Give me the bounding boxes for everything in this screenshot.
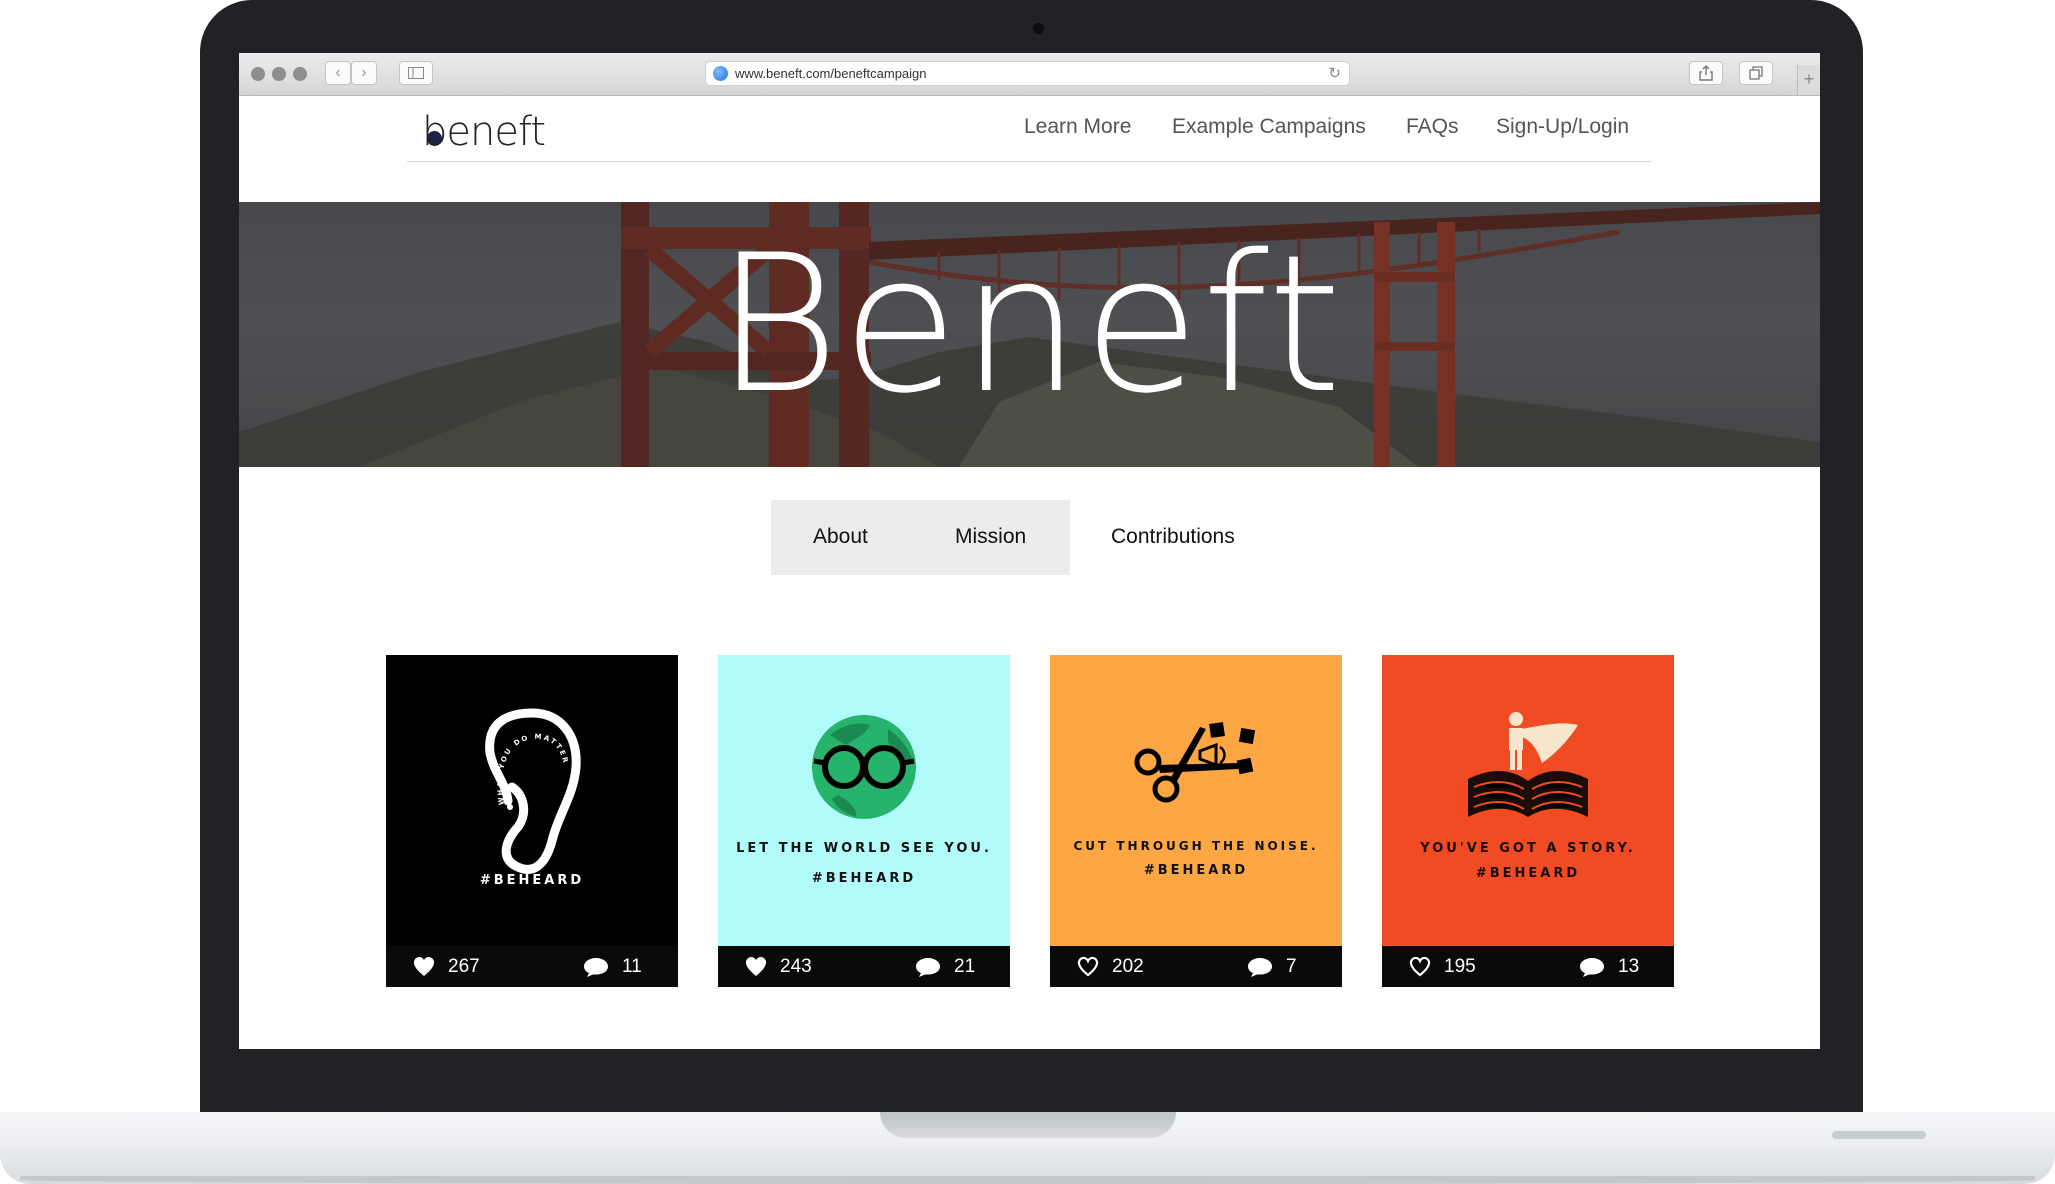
nav-example-campaigns[interactable]: Example Campaigns xyxy=(1172,115,1366,139)
card-image: YOU'VE GOT A STORY. #BEHEARD xyxy=(1382,655,1674,946)
card-footer: 202 7 xyxy=(1050,946,1342,987)
tab-mission[interactable]: Mission xyxy=(955,525,1026,549)
hero-title: Beneft xyxy=(715,214,1344,435)
like-count: 195 xyxy=(1444,956,1476,977)
card-image: LET THE WORLD SEE YOU. #BEHEARD xyxy=(718,655,1010,946)
nav-faqs[interactable]: FAQs xyxy=(1406,115,1459,139)
address-text: www.beneft.com/beneftcampaign xyxy=(735,66,927,81)
card-tag: #BEHEARD xyxy=(811,871,917,886)
card-caption: CUT THROUGH THE NOISE. xyxy=(1073,839,1319,853)
comment-count: 21 xyxy=(954,956,976,977)
screen: ‹ › www.beneft.com/beneftcampaign ↻ + be… xyxy=(239,53,1820,1049)
heart-icon[interactable] xyxy=(1408,955,1432,977)
like-count: 267 xyxy=(448,956,480,977)
comment-icon[interactable] xyxy=(582,956,610,978)
heart-icon[interactable] xyxy=(744,955,768,977)
hero-banner: Beneft xyxy=(239,202,1820,467)
nav-learn-more[interactable]: Learn More xyxy=(1024,115,1131,139)
heart-icon[interactable] xyxy=(1076,955,1100,977)
comment-count: 13 xyxy=(1618,956,1640,977)
comment-icon[interactable] xyxy=(914,956,942,978)
forward-button[interactable]: › xyxy=(351,61,377,85)
site-logo[interactable]: beneft xyxy=(422,109,546,155)
address-bar[interactable]: www.beneft.com/beneftcampaign ↻ xyxy=(705,61,1350,86)
globe-glasses-icon xyxy=(812,715,916,819)
book-hero-icon xyxy=(1468,712,1588,817)
card-tag: #BEHEARD xyxy=(1143,863,1249,878)
curved-slogan: WHAT YOU DO MATTERS xyxy=(386,655,568,806)
card-caption: LET THE WORLD SEE YOU. xyxy=(736,841,992,856)
back-button[interactable]: ‹ xyxy=(325,61,351,85)
close-window-button[interactable] xyxy=(251,67,265,81)
reload-icon[interactable]: ↻ xyxy=(1328,64,1341,82)
share-icon xyxy=(1699,65,1713,81)
tab-about[interactable]: About xyxy=(813,525,868,549)
comment-count: 11 xyxy=(622,956,642,977)
curved-text: WHAT YOU DO MATTERS xyxy=(386,655,570,806)
zoom-window-button[interactable] xyxy=(293,67,307,81)
comment-count: 7 xyxy=(1286,956,1297,977)
svg-text:WHAT YOU DO MATTERS: WHAT YOU DO MATTERS xyxy=(386,655,570,806)
like-count: 202 xyxy=(1112,956,1144,977)
globe-icon xyxy=(713,66,728,81)
browser-toolbar: ‹ › www.beneft.com/beneftcampaign ↻ + xyxy=(239,53,1820,96)
card-tag: #BEHEARD xyxy=(1475,866,1581,881)
laptop-notch xyxy=(880,1112,1176,1138)
share-button[interactable] xyxy=(1689,61,1723,85)
sidebar-icon xyxy=(408,67,424,79)
card-footer: 267 11 xyxy=(386,946,678,987)
nav-divider xyxy=(407,161,1652,162)
card-footer: 243 21 xyxy=(718,946,1010,987)
camera xyxy=(1033,23,1044,34)
campaign-card[interactable]: LET THE WORLD SEE YOU. #BEHEARD 243 21 xyxy=(718,655,1010,987)
campaign-card[interactable]: YOU'VE GOT A STORY. #BEHEARD 195 13 xyxy=(1382,655,1674,987)
card-footer: 195 13 xyxy=(1382,946,1674,987)
heart-icon[interactable] xyxy=(412,955,436,977)
minimize-window-button[interactable] xyxy=(272,67,286,81)
tabs-button[interactable] xyxy=(1739,61,1773,85)
tabs-icon xyxy=(1749,66,1763,80)
laptop-slot xyxy=(1832,1131,1926,1139)
card-image: WHAT YOU DO MATTERS #BEHEARD xyxy=(386,655,678,946)
campaign-card[interactable]: WHAT YOU DO MATTERS #BEHEARD 267 11 xyxy=(386,655,678,987)
comment-icon[interactable] xyxy=(1246,956,1274,978)
tab-contributions[interactable]: Contributions xyxy=(1111,525,1235,549)
scissors-icon xyxy=(1134,722,1256,803)
laptop-shadow xyxy=(20,1176,2035,1184)
campaign-card[interactable]: CUT THROUGH THE NOISE. #BEHEARD 202 7 xyxy=(1050,655,1342,987)
sidebar-button[interactable] xyxy=(399,61,433,85)
card-image: CUT THROUGH THE NOISE. #BEHEARD xyxy=(1050,655,1342,946)
card-tag: #BEHEARD xyxy=(479,873,585,888)
new-tab-button[interactable]: + xyxy=(1797,65,1820,95)
like-count: 243 xyxy=(780,956,812,977)
comment-icon[interactable] xyxy=(1578,956,1606,978)
card-caption: YOU'VE GOT A STORY. xyxy=(1420,841,1636,856)
nav-signup-login[interactable]: Sign-Up/Login xyxy=(1496,115,1629,139)
